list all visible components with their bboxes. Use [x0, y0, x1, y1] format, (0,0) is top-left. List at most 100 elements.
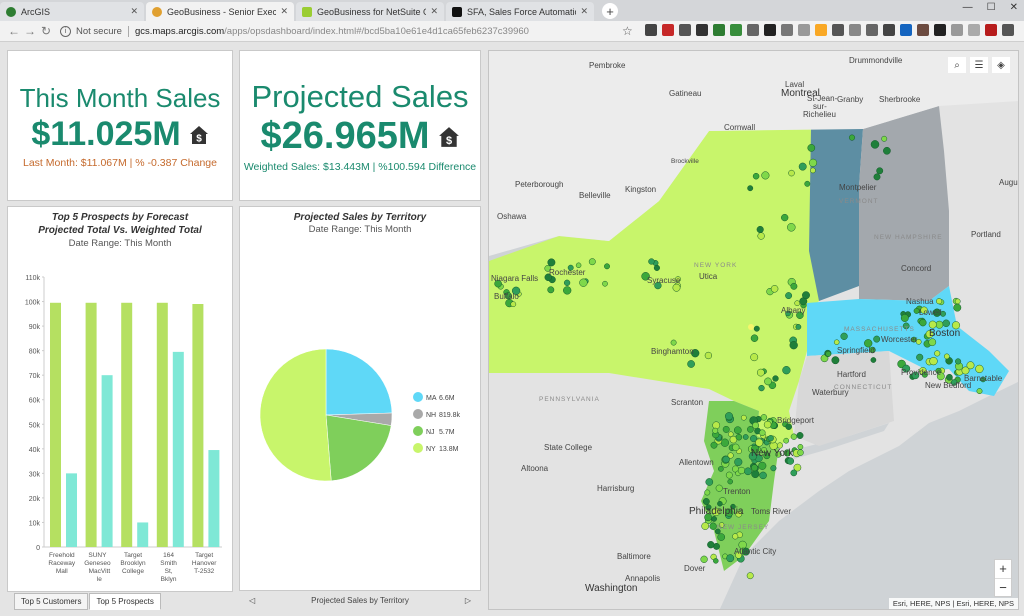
customer-dot[interactable]	[547, 258, 556, 267]
map-legend-icon[interactable]: ☰	[970, 57, 988, 73]
customer-dot[interactable]	[755, 438, 764, 447]
extension-icon[interactable]	[662, 24, 674, 36]
close-tab-icon[interactable]: ✕	[580, 6, 588, 17]
tab-top-5-customers[interactable]: Top 5 Customers	[14, 593, 89, 610]
customer-dot[interactable]	[919, 319, 927, 327]
customer-dot[interactable]	[732, 443, 740, 451]
customer-dot[interactable]	[761, 171, 770, 180]
customer-dot[interactable]	[770, 285, 779, 293]
customer-dot[interactable]	[756, 368, 765, 377]
maximize-icon[interactable]: ☐	[987, 2, 996, 13]
customer-dot[interactable]	[802, 291, 810, 300]
customer-dot[interactable]	[782, 366, 791, 375]
customer-dot[interactable]	[760, 414, 768, 421]
customer-dot[interactable]	[758, 461, 767, 470]
customer-dot[interactable]	[742, 434, 749, 440]
customer-dot[interactable]	[715, 484, 723, 492]
customer-dot[interactable]	[750, 334, 759, 342]
map-view[interactable]: Pembroke Laval Montreal Drummondville Ga…	[488, 50, 1019, 610]
customer-dot[interactable]	[704, 351, 713, 360]
customer-dot[interactable]	[876, 167, 884, 175]
customer-dot[interactable]	[757, 232, 765, 240]
customer-dot[interactable]	[712, 421, 721, 430]
customer-dot[interactable]	[752, 172, 760, 180]
close-tab-icon[interactable]: ✕	[130, 6, 138, 17]
prev-chart-icon[interactable]: ◁	[249, 596, 255, 605]
extension-icon[interactable]	[679, 24, 691, 36]
browser-tab-geobusiness-exec[interactable]: GeoBusiness - Senior Executive D ✕	[146, 2, 294, 21]
customer-dot[interactable]	[711, 516, 717, 522]
customer-dot[interactable]	[563, 286, 572, 295]
customer-dot[interactable]	[810, 167, 816, 174]
pie-slice-nj[interactable]	[325, 414, 392, 482]
customer-dot[interactable]	[783, 437, 790, 444]
customer-dot[interactable]	[726, 554, 735, 563]
customer-dot[interactable]	[510, 301, 517, 308]
close-window-icon[interactable]: ✕	[1010, 2, 1018, 13]
customer-dot[interactable]	[833, 339, 840, 345]
customer-dot[interactable]	[751, 464, 758, 472]
customer-dot[interactable]	[722, 455, 730, 464]
customer-dot[interactable]	[797, 449, 804, 456]
customer-dot[interactable]	[975, 364, 984, 374]
extension-icon[interactable]	[730, 24, 742, 36]
customer-dot[interactable]	[704, 489, 711, 496]
close-tab-icon[interactable]: ✕	[430, 6, 438, 17]
customer-dot[interactable]	[712, 427, 719, 434]
customer-dot[interactable]	[763, 420, 772, 429]
customer-dot[interactable]	[873, 335, 881, 343]
customer-dot[interactable]	[705, 478, 714, 486]
customer-dot[interactable]	[764, 377, 772, 386]
extension-icon[interactable]	[815, 24, 827, 36]
customer-dot[interactable]	[804, 180, 811, 187]
customer-dot[interactable]	[787, 223, 796, 232]
customer-dot[interactable]	[790, 433, 798, 440]
browser-tab-arcgis[interactable]: ArcGIS ✕	[0, 2, 144, 21]
extension-icon[interactable]	[866, 24, 878, 36]
info-icon[interactable]: i	[60, 25, 71, 37]
customer-dot[interactable]	[752, 421, 760, 429]
customer-dot[interactable]	[725, 471, 733, 479]
customer-dot[interactable]	[735, 433, 743, 441]
extension-icon[interactable]	[934, 24, 946, 36]
customer-dot[interactable]	[943, 353, 950, 360]
customer-dot[interactable]	[602, 280, 608, 287]
extension-icon[interactable]	[696, 24, 708, 36]
customer-dot[interactable]	[942, 319, 950, 328]
customer-dot[interactable]	[707, 541, 715, 549]
customer-dot[interactable]	[648, 258, 655, 265]
extension-icon[interactable]	[747, 24, 759, 36]
customer-dot[interactable]	[756, 225, 764, 234]
customer-dot[interactable]	[747, 185, 754, 192]
customer-dot[interactable]	[976, 388, 983, 395]
customer-dot[interactable]	[759, 471, 767, 480]
customer-dot[interactable]	[770, 465, 777, 472]
next-chart-icon[interactable]: ▷	[465, 596, 471, 605]
customer-dot[interactable]	[701, 522, 710, 530]
customer-dot[interactable]	[954, 298, 961, 305]
customer-dot[interactable]	[720, 438, 730, 447]
customer-dot[interactable]	[563, 279, 571, 286]
bookmark-star-icon[interactable]: ☆	[622, 24, 633, 38]
customer-dot[interactable]	[747, 426, 754, 433]
customer-dot[interactable]	[883, 146, 891, 155]
customer-dot[interactable]	[733, 426, 742, 435]
extension-icon[interactable]	[781, 24, 793, 36]
customer-dot[interactable]	[722, 425, 730, 433]
minimize-icon[interactable]: —	[963, 2, 973, 13]
customer-dot[interactable]	[717, 533, 726, 541]
customer-dot[interactable]	[744, 467, 752, 476]
customer-dot[interactable]	[670, 339, 677, 346]
new-tab-icon[interactable]: +	[602, 3, 618, 19]
close-tab-icon[interactable]: ✕	[280, 6, 288, 17]
extension-icon[interactable]	[883, 24, 895, 36]
browser-tab-geobusiness-netsuite[interactable]: GeoBusiness for NetSuite GCS ✕	[296, 2, 444, 21]
customer-dot[interactable]	[936, 298, 943, 305]
customer-dot[interactable]	[790, 282, 798, 290]
customer-dot[interactable]	[718, 466, 724, 472]
map-search-icon[interactable]: ⌕	[948, 57, 966, 73]
customer-dot[interactable]	[727, 478, 733, 485]
zoom-out-button[interactable]: −	[995, 578, 1011, 596]
customer-dot[interactable]	[604, 263, 610, 270]
customer-dot[interactable]	[728, 431, 734, 437]
